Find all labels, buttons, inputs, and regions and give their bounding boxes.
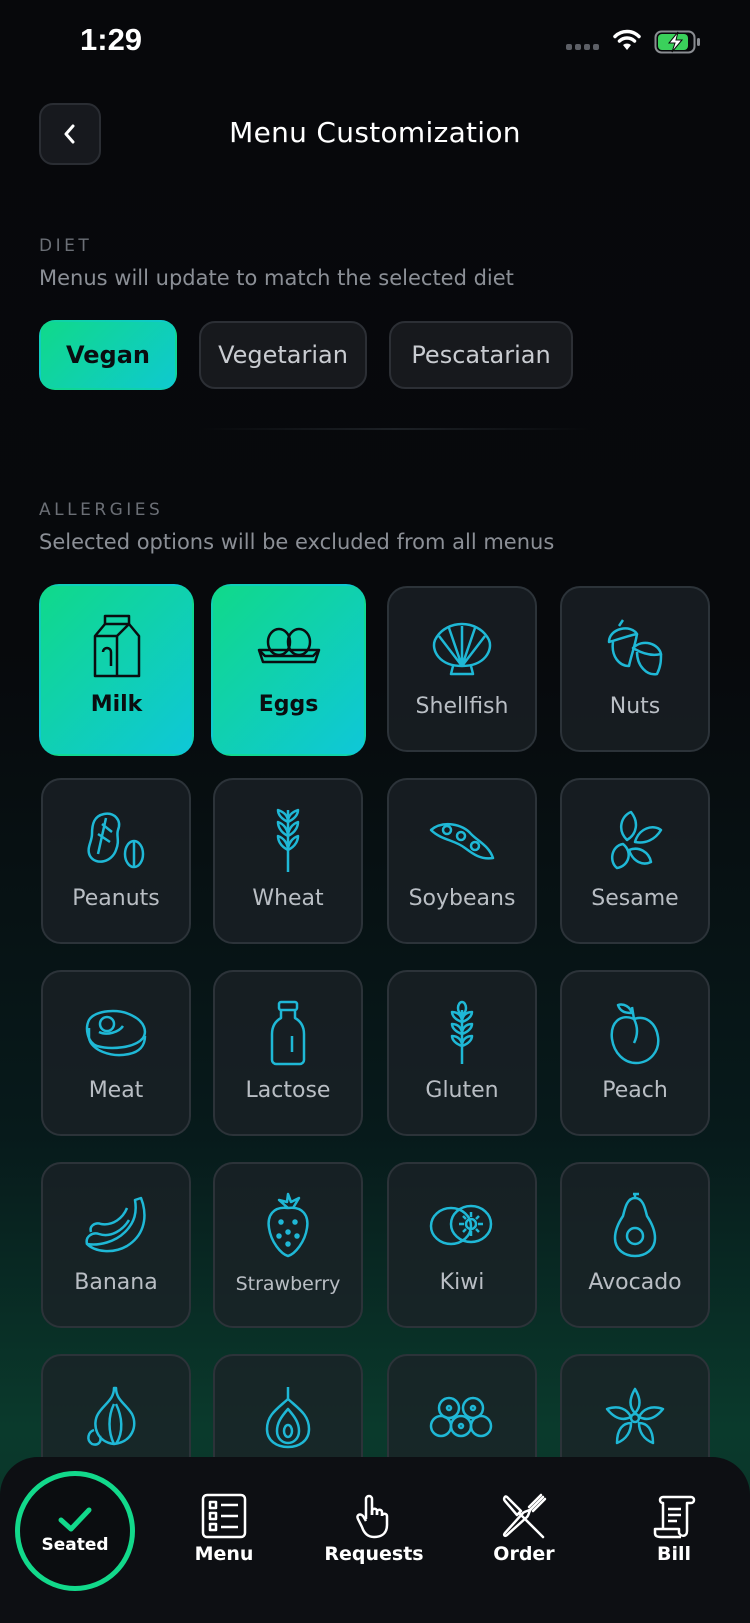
allergy-tile-wheat[interactable]: Wheat xyxy=(213,778,363,944)
allergy-tile-sesame[interactable]: Sesame xyxy=(560,778,710,944)
nav-requests-label: Requests xyxy=(324,1543,424,1565)
allergy-tile-nuts[interactable]: Nuts xyxy=(560,586,710,752)
diet-section-label: DIET xyxy=(39,236,93,256)
banana-icon xyxy=(85,1196,146,1253)
allergies-section-subtitle: Selected options will be excluded from a… xyxy=(39,530,555,554)
grain-icon xyxy=(450,1000,474,1064)
status-bar: 1:29 xyxy=(0,0,750,86)
cellular-signal-icon xyxy=(566,44,599,50)
allergies-section-label: ALLERGIES xyxy=(39,500,164,520)
nav-menu[interactable]: Menu xyxy=(164,1493,284,1565)
kiwi-icon xyxy=(429,1204,493,1246)
battery-charging-icon xyxy=(654,30,700,54)
allergy-tile-peach[interactable]: Peach xyxy=(560,970,710,1136)
allergy-tile-shellfish[interactable]: Shellfish xyxy=(387,586,537,752)
onion-icon xyxy=(265,1387,311,1449)
peach-icon xyxy=(610,1003,660,1065)
berries-icon xyxy=(429,1396,493,1438)
allergy-tile-avocado[interactable]: Avocado xyxy=(560,1162,710,1328)
bottom-navigation: Seated Menu Requests Order Bill xyxy=(0,1457,750,1623)
acorn-icon xyxy=(607,619,663,676)
checkmark-icon xyxy=(58,1507,92,1532)
shell-icon xyxy=(432,622,492,676)
diet-section-subtitle: Menus will update to match the selected … xyxy=(39,266,514,290)
milk-bottle-icon xyxy=(270,1000,306,1066)
allergy-tile-peanuts[interactable]: Peanuts xyxy=(41,778,191,944)
peanut-icon xyxy=(87,812,145,869)
raised-hand-icon xyxy=(356,1494,389,1539)
diet-options: Vegan Vegetarian Pescatarian xyxy=(39,320,573,390)
nav-menu-label: Menu xyxy=(194,1543,254,1565)
allergy-tile-strawberry[interactable]: Strawberry xyxy=(213,1162,363,1328)
wifi-icon xyxy=(613,29,641,50)
nav-order-label: Order xyxy=(493,1543,555,1565)
strawberry-icon xyxy=(267,1192,309,1258)
soybean-icon xyxy=(429,822,495,860)
allergy-tile-gluten[interactable]: Gluten xyxy=(387,970,537,1136)
nav-bill-label: Bill xyxy=(656,1543,692,1565)
nav-bill[interactable]: Bill xyxy=(614,1493,734,1565)
star-anise-icon xyxy=(605,1387,665,1445)
milk-carton-icon xyxy=(93,614,140,678)
section-divider xyxy=(200,428,590,430)
status-time: 1:29 xyxy=(80,22,143,57)
allergy-tile-lactose[interactable]: Lactose xyxy=(213,970,363,1136)
allergy-tile-banana[interactable]: Banana xyxy=(41,1162,191,1328)
sesame-icon xyxy=(610,810,663,870)
receipt-icon xyxy=(653,1495,696,1539)
allergy-tile-soybeans[interactable]: Soybeans xyxy=(387,778,537,944)
menu-list-icon xyxy=(201,1493,247,1539)
diet-option-vegan[interactable]: Vegan xyxy=(39,320,177,390)
allergy-tile-kiwi[interactable]: Kiwi xyxy=(387,1162,537,1328)
nav-requests[interactable]: Requests xyxy=(314,1493,434,1565)
allergy-tile-milk[interactable]: Milk xyxy=(39,584,194,756)
page-title: Menu Customization xyxy=(229,116,521,149)
nav-order[interactable]: Order xyxy=(464,1493,584,1565)
seated-label: Seated xyxy=(41,1535,109,1555)
wheat-icon xyxy=(276,808,300,872)
garlic-icon xyxy=(87,1386,136,1446)
fork-knife-icon xyxy=(502,1493,547,1539)
avocado-icon xyxy=(613,1192,657,1258)
seated-status-button[interactable]: Seated xyxy=(15,1471,135,1591)
allergy-tile-eggs[interactable]: Eggs xyxy=(211,584,366,756)
diet-option-vegetarian[interactable]: Vegetarian xyxy=(199,321,367,389)
eggs-icon xyxy=(257,627,320,664)
allergy-tile-meat[interactable]: Meat xyxy=(41,970,191,1136)
diet-option-pescatarian[interactable]: Pescatarian xyxy=(389,321,573,389)
steak-icon xyxy=(85,1009,147,1057)
